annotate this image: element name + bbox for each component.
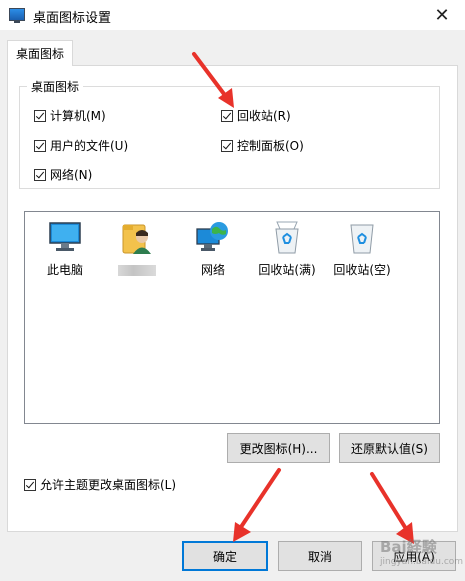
icon-preview-list[interactable]: 此电脑 网络 回收站(满) 回收站(空) bbox=[24, 211, 440, 424]
checkbox-label: 网络(N) bbox=[50, 168, 93, 182]
change-icon-button[interactable]: 更改图标(H)... bbox=[227, 433, 330, 463]
recycle-bin-full-icon bbox=[269, 219, 305, 255]
checkbox-user-files[interactable]: 用户的文件(U) bbox=[34, 137, 128, 154]
checkbox-label: 回收站(R) bbox=[237, 109, 291, 123]
icon-item-network[interactable]: 网络 bbox=[178, 219, 248, 278]
cancel-button[interactable]: 取消 bbox=[278, 541, 362, 571]
checkbox-label: 允许主题更改桌面图标(L) bbox=[40, 478, 177, 492]
tab-desktop-icons[interactable]: 桌面图标 bbox=[7, 40, 73, 66]
title-bar: 桌面图标设置 ✕ bbox=[0, 0, 465, 30]
icon-label: 回收站(满) bbox=[258, 263, 316, 277]
window-title: 桌面图标设置 bbox=[33, 11, 112, 26]
checkbox-label: 计算机(M) bbox=[50, 109, 106, 123]
apply-button[interactable]: 应用(A) bbox=[372, 541, 456, 571]
checkbox-computer[interactable]: 计算机(M) bbox=[34, 107, 106, 124]
checkbox-checked-icon[interactable] bbox=[34, 109, 46, 122]
this-pc-icon bbox=[47, 219, 83, 255]
icon-item-user-files[interactable] bbox=[102, 219, 172, 276]
checkbox-label: 用户的文件(U) bbox=[50, 139, 129, 153]
desktop-settings-icon bbox=[9, 8, 25, 23]
icon-item-recycle-bin-empty[interactable]: 回收站(空) bbox=[327, 219, 397, 278]
checkbox-label: 控制面板(O) bbox=[237, 139, 304, 153]
restore-default-button[interactable]: 还原默认值(S) bbox=[339, 433, 440, 463]
checkbox-checked-icon[interactable] bbox=[34, 168, 46, 181]
desktop-icon-settings-dialog: 桌面图标设置 ✕ 桌面图标 桌面图标 计算机(M) 回收站(R) 用户的文件(U… bbox=[0, 0, 465, 581]
ok-button[interactable]: 确定 bbox=[182, 541, 268, 571]
icon-item-recycle-bin-full[interactable]: 回收站(满) bbox=[252, 219, 322, 278]
recycle-bin-empty-icon bbox=[344, 219, 380, 255]
checkbox-checked-icon[interactable] bbox=[221, 139, 233, 152]
icon-label: 回收站(空) bbox=[333, 263, 391, 277]
checkbox-allow-theme-change[interactable]: 允许主题更改桌面图标(L) bbox=[24, 476, 176, 493]
checkbox-control-panel[interactable]: 控制面板(O) bbox=[221, 137, 304, 154]
checkbox-checked-icon[interactable] bbox=[34, 139, 46, 152]
icon-label: 此电脑 bbox=[46, 263, 83, 277]
network-icon bbox=[195, 219, 231, 255]
blurred-username-label bbox=[118, 265, 156, 276]
checkbox-network[interactable]: 网络(N) bbox=[34, 166, 92, 183]
icon-label: 网络 bbox=[200, 263, 225, 277]
checkbox-checked-icon[interactable] bbox=[221, 109, 233, 122]
user-folder-icon bbox=[119, 219, 155, 255]
groupbox-legend: 桌面图标 bbox=[27, 78, 84, 95]
checkbox-checked-icon[interactable] bbox=[24, 478, 36, 491]
close-button[interactable]: ✕ bbox=[419, 0, 465, 30]
checkbox-recycle-bin[interactable]: 回收站(R) bbox=[221, 107, 291, 124]
icon-item-this-pc[interactable]: 此电脑 bbox=[30, 219, 100, 278]
